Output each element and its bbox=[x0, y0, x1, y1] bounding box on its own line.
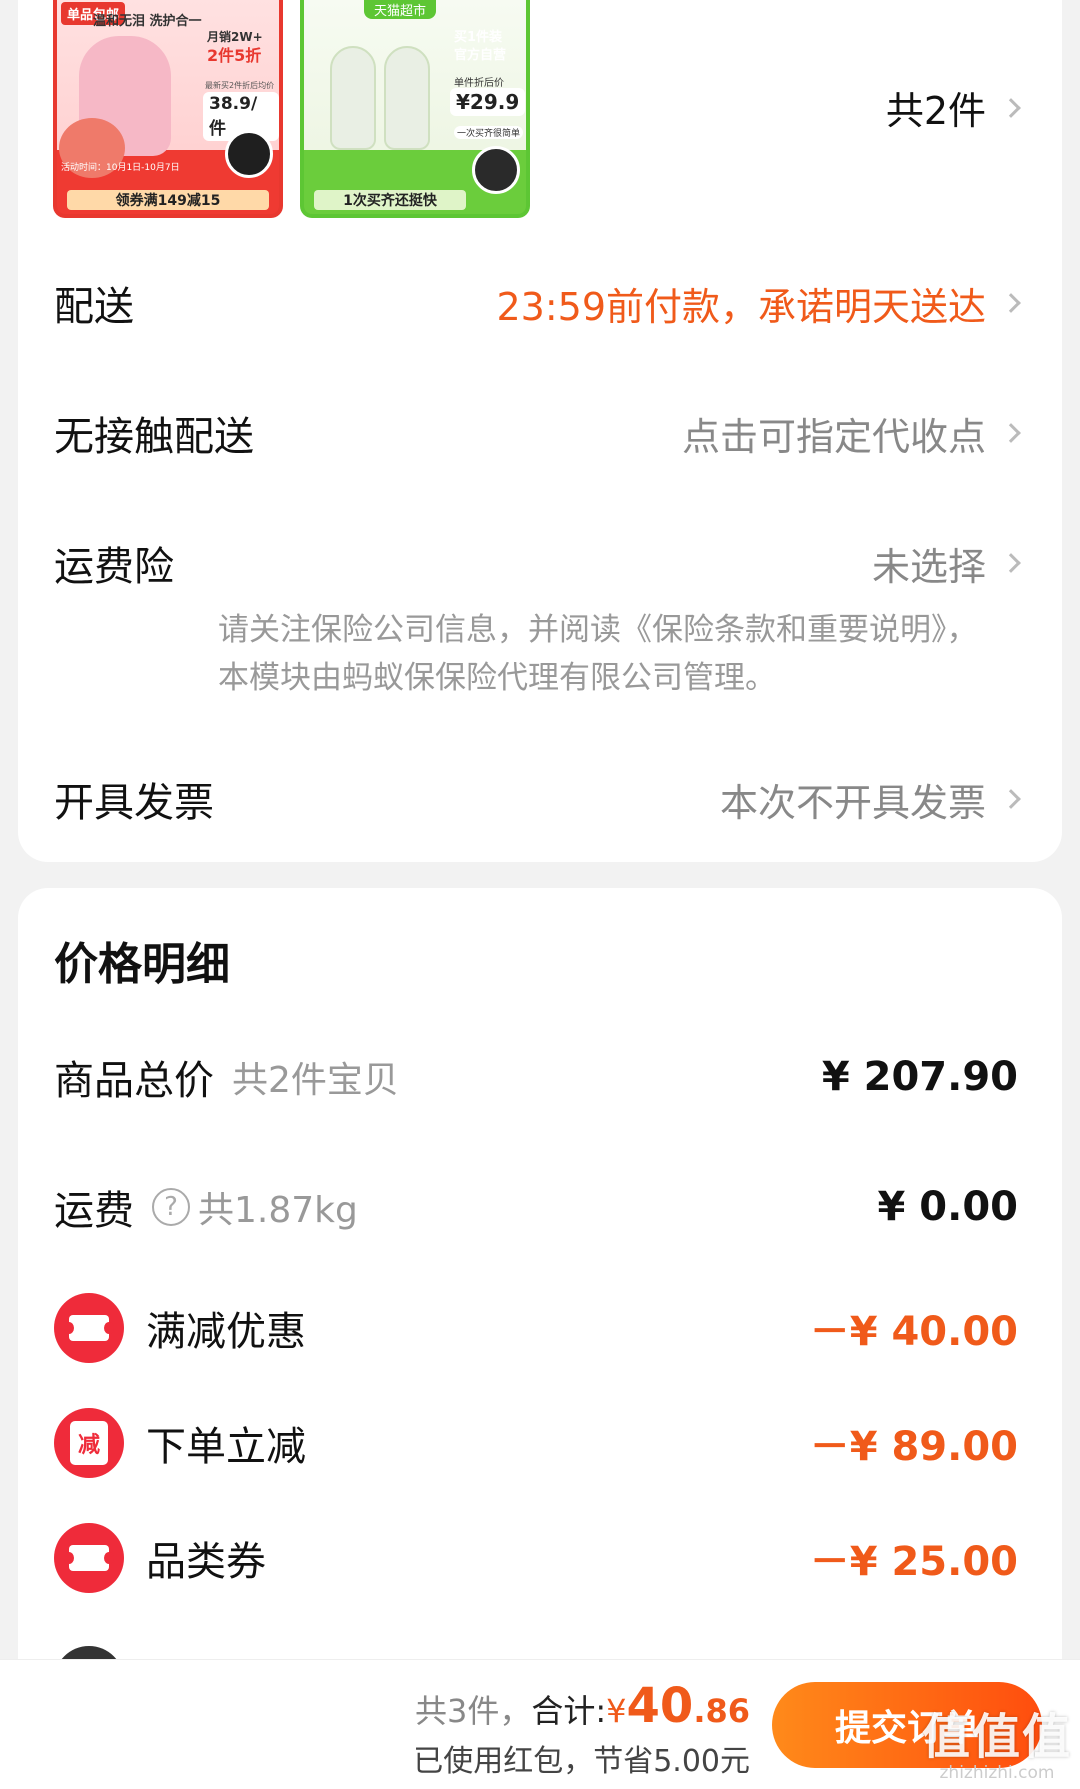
insurance-notice: 请关注保险公司信息，并阅读《保险条款和重要说明》，本模块由蚂蚁保保险代理有限公司… bbox=[218, 612, 978, 696]
shipping-fee-row: 运费 ? 共1.87kg ¥ 0.00 bbox=[54, 1178, 1018, 1236]
goods-total-row: 商品总价 共2件宝贝 ¥ 207.90 bbox=[54, 1048, 1018, 1106]
chevron-right-icon bbox=[1001, 97, 1021, 118]
coupon-footer: 领券满149减15 bbox=[67, 190, 269, 210]
delivery-value: 23:59前付款，承诺明天送达 bbox=[496, 276, 1021, 331]
discount-label: 满减优惠 bbox=[146, 1309, 306, 1355]
contactless-delivery-row[interactable]: 无接触配送 点击可指定代收点 bbox=[54, 404, 1021, 462]
order-confirm-page: 单品包邮 温和无泪 洗护合一 月销2W+ 2件5折 最新买2件折后均价 38.9… bbox=[0, 0, 1080, 1789]
goods-count: 共2件宝贝 bbox=[232, 1060, 399, 1101]
shipping-insurance-row[interactable]: 运费险 未选择 bbox=[54, 534, 1021, 592]
discount-row-category-coupon: 品类券 －¥ 25.00 bbox=[54, 1523, 1018, 1593]
watermark-url: zhizhizhi.com bbox=[939, 1763, 1055, 1783]
total-amount-decimal: .86 bbox=[693, 1692, 750, 1730]
chevron-right-icon bbox=[1001, 423, 1021, 443]
total-label: 合计: bbox=[531, 1692, 607, 1730]
shipping-fee-amount: ¥ 0.00 bbox=[877, 1184, 1018, 1230]
contactless-label: 无接触配送 bbox=[54, 414, 254, 460]
official-tag: 官方自营 bbox=[454, 48, 507, 63]
invoice-label: 开具发票 bbox=[54, 780, 214, 826]
chevron-right-icon bbox=[1001, 553, 1021, 573]
tmall-market-banner: 天猫超市 bbox=[364, 0, 437, 19]
goods-total-label: 商品总价 bbox=[54, 1058, 214, 1104]
product-tube-image-2 bbox=[384, 46, 430, 150]
savings-text: 已使用红包，节省5.00元 bbox=[413, 1744, 750, 1779]
discount-amount: －¥ 40.00 bbox=[809, 1309, 1018, 1355]
total-amount-integer: 40 bbox=[626, 1678, 694, 1734]
product-price: ¥29.9 bbox=[450, 88, 526, 116]
delivery-label: 配送 bbox=[54, 284, 134, 330]
order-summary: 共3件，合计:¥40.86 已使用红包，节省5.00元 bbox=[413, 1678, 750, 1780]
product-footer: 1次买齐还挺快 bbox=[314, 190, 466, 210]
shipping-weight: 共1.87kg bbox=[198, 1190, 358, 1231]
activity-time: 活动时间：10月1日-10月7日 bbox=[61, 163, 180, 173]
chevron-right-icon bbox=[1001, 789, 1021, 809]
deal-text: 2件5折 bbox=[207, 46, 262, 65]
slogan: 一次买齐很简单 bbox=[454, 126, 524, 139]
watermark-logo: 值值值 zhizhizhi.com bbox=[921, 1709, 1072, 1783]
contactless-value: 点击可指定代收点 bbox=[681, 406, 1021, 461]
insurance-status: 未选择 bbox=[871, 544, 986, 589]
delivery-promise: 23:59前付款，承诺明天送达 bbox=[496, 284, 986, 329]
product-count-label: 共2件 bbox=[885, 89, 986, 133]
checkout-bar: 共3件，合计:¥40.86 已使用红包，节省5.00元 提交订单 值值值 zhi… bbox=[0, 1659, 1080, 1789]
discount-row-instant: 减 下单立减 －¥ 89.00 bbox=[54, 1408, 1018, 1478]
product-count[interactable]: 共2件 bbox=[885, 80, 1021, 135]
discount-amount: －¥ 89.00 bbox=[809, 1424, 1018, 1470]
deal-text: 买1件装 bbox=[454, 30, 503, 45]
order-info-card: 单品包邮 温和无泪 洗护合一 月销2W+ 2件5折 最新买2件折后均价 38.9… bbox=[18, 0, 1062, 862]
insurance-label: 运费险 bbox=[54, 544, 174, 590]
goods-total-amount: ¥ 207.90 bbox=[821, 1054, 1018, 1100]
ticket-icon bbox=[54, 1293, 124, 1363]
tmall-cat-icon bbox=[472, 146, 520, 194]
currency-symbol: ¥ bbox=[606, 1692, 627, 1730]
price-note: 单件折后价 bbox=[454, 78, 504, 89]
product-thumbnail-1[interactable]: 单品包邮 温和无泪 洗护合一 月销2W+ 2件5折 最新买2件折后均价 38.9… bbox=[53, 0, 283, 218]
product-banner: 温和无泪 洗护合一 bbox=[93, 14, 202, 29]
discount-label: 下单立减 bbox=[146, 1424, 306, 1470]
contactless-hint: 点击可指定代收点 bbox=[681, 414, 986, 459]
product-thumbnail-2[interactable]: 天猫超市 买1件装 官方自营 单件折后价 ¥29.9 一次买齐很简单 1次买齐还… bbox=[300, 0, 530, 218]
chevron-right-icon bbox=[1001, 293, 1021, 313]
ticket-icon bbox=[54, 1523, 124, 1593]
tmall-cat-icon bbox=[225, 130, 273, 178]
discount-row-full-reduction: 满减优惠 －¥ 40.00 bbox=[54, 1293, 1018, 1363]
item-count: 共3件， bbox=[414, 1692, 532, 1730]
invoice-status: 本次不开具发票 bbox=[719, 780, 986, 825]
invoice-row[interactable]: 开具发票 本次不开具发票 bbox=[54, 770, 1021, 828]
monthly-sales: 月销2W+ bbox=[207, 30, 263, 44]
redpacket-icon: 减 bbox=[54, 1408, 124, 1478]
product-tube-image-1 bbox=[330, 46, 376, 150]
delivery-row[interactable]: 配送 23:59前付款，承诺明天送达 bbox=[54, 274, 1021, 332]
shipping-fee-label: 运费 bbox=[54, 1188, 134, 1234]
invoice-value: 本次不开具发票 bbox=[719, 772, 1021, 827]
price-detail-card: 价格明细 商品总价 共2件宝贝 ¥ 207.90 运费 ? 共1.87kg ¥ … bbox=[18, 888, 1062, 1789]
discount-amount: －¥ 25.00 bbox=[809, 1539, 1018, 1585]
insurance-value: 未选择 bbox=[871, 536, 1021, 591]
price-note: 最新买2件折后均价 bbox=[205, 81, 275, 90]
discount-label: 品类券 bbox=[146, 1539, 266, 1585]
help-icon[interactable]: ? bbox=[152, 1188, 190, 1226]
price-detail-title: 价格明细 bbox=[54, 939, 230, 990]
